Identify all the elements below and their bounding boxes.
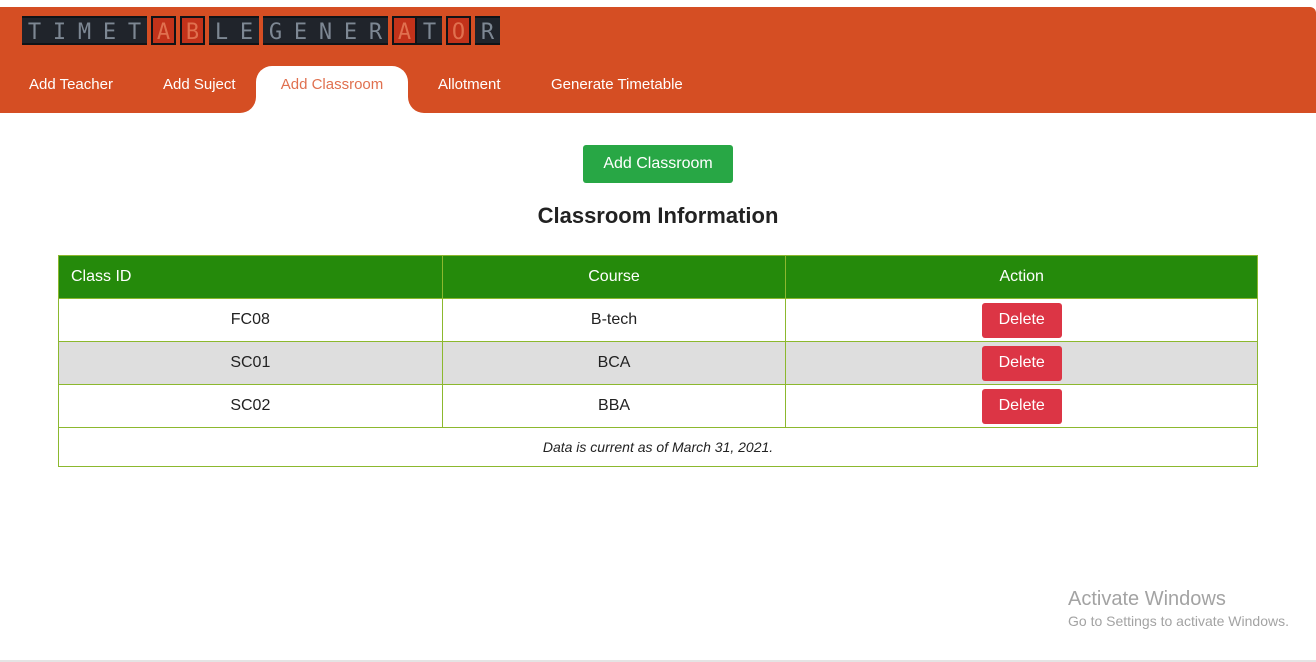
delete-button[interactable]: Delete: [981, 388, 1062, 424]
table-row: FC08 B-tech Delete: [58, 298, 1258, 342]
logo-letter: R: [475, 16, 500, 45]
app-header: T I M E T A B L E G E N E R A T O R Add …: [0, 7, 1316, 113]
cell-action: Delete: [785, 384, 1258, 428]
logo-letter: G: [263, 16, 288, 45]
cell-class-id: FC08: [58, 298, 443, 342]
logo-letter: R: [363, 16, 388, 45]
logo-letter-highlight: B: [180, 16, 205, 45]
table-footer-row: Data is current as of March 31, 2021.: [58, 427, 1258, 467]
logo-letter: T: [22, 16, 47, 45]
logo-letter: E: [288, 16, 313, 45]
delete-button[interactable]: Delete: [981, 302, 1062, 338]
table-footer-note: Data is current as of March 31, 2021.: [58, 427, 1258, 467]
column-header-action: Action: [785, 255, 1258, 299]
cell-action: Delete: [785, 298, 1258, 342]
table-header-row: Class ID Course Action: [58, 255, 1258, 299]
logo-letter: T: [122, 16, 147, 45]
logo-letter: E: [234, 16, 259, 45]
cell-course: B-tech: [441, 298, 787, 342]
cell-action: Delete: [785, 341, 1258, 385]
cell-course: BBA: [441, 384, 787, 428]
logo-letter: M: [72, 16, 97, 45]
cell-course: BCA: [441, 341, 787, 385]
logo-letter: N: [313, 16, 338, 45]
add-classroom-button[interactable]: Add Classroom: [583, 145, 733, 183]
classroom-table: Class ID Course Action FC08 B-tech Delet…: [58, 255, 1258, 467]
watermark-title: Activate Windows: [1068, 588, 1226, 610]
cell-class-id: SC02: [58, 384, 443, 428]
column-header-class-id: Class ID: [58, 255, 443, 299]
nav-add-teacher[interactable]: Add Teacher: [29, 66, 113, 113]
watermark-subtitle: Go to Settings to activate Windows.: [1068, 613, 1289, 629]
table-row: SC01 BCA Delete: [58, 341, 1258, 385]
logo-letter: E: [338, 16, 363, 45]
windows-activation-watermark: Activate Windows Go to Settings to activ…: [1068, 588, 1289, 629]
nav-generate-timetable[interactable]: Generate Timetable: [551, 66, 683, 113]
column-header-course: Course: [441, 255, 787, 299]
top-strip: [0, 0, 1316, 7]
nav-add-classroom[interactable]: Add Classroom: [256, 66, 408, 113]
delete-button[interactable]: Delete: [981, 345, 1062, 381]
logo-letter-highlight: O: [446, 16, 471, 45]
nav-allotment[interactable]: Allotment: [438, 66, 501, 113]
cell-class-id: SC01: [58, 341, 443, 385]
nav-add-subject[interactable]: Add Suject: [163, 66, 236, 113]
main-nav: Add Teacher Add Suject Add Classroom All…: [0, 66, 1316, 113]
logo-letter-highlight: A: [151, 16, 176, 45]
page-title: Classroom Information: [537, 203, 779, 228]
logo-letter: T: [417, 16, 442, 45]
logo-letter: I: [47, 16, 72, 45]
logo-letter: L: [209, 16, 234, 45]
app-logo: T I M E T A B L E G E N E R A T O R: [22, 16, 500, 52]
table-row: SC02 BBA Delete: [58, 384, 1258, 428]
logo-letter-highlight: A: [392, 16, 417, 45]
logo-letter: E: [97, 16, 122, 45]
